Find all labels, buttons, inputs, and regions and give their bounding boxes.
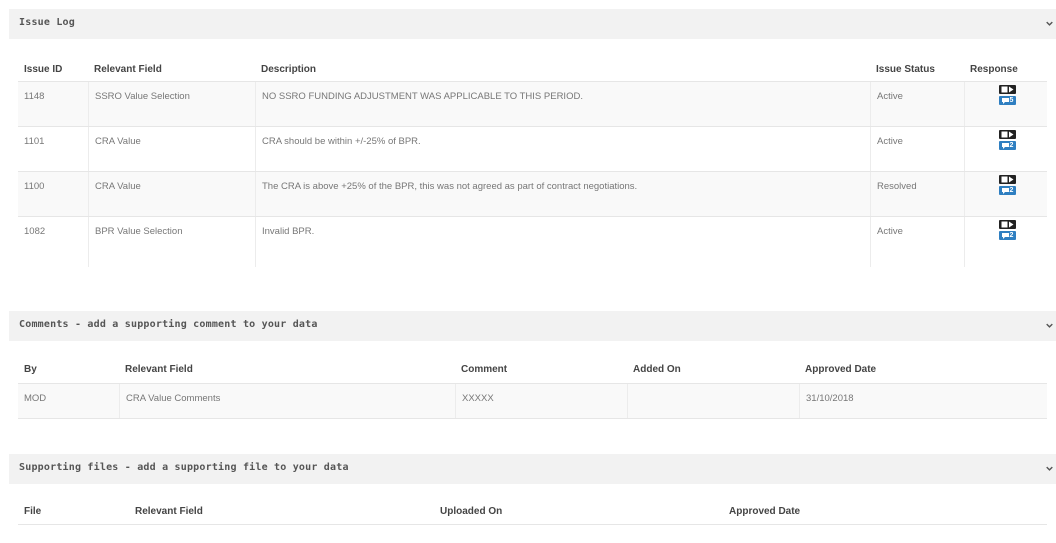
col-relevant-field: Relevant Field	[94, 63, 162, 75]
supporting-files-header[interactable]: Supporting files - add a supporting file…	[9, 454, 1056, 484]
col-comment: Comment	[461, 363, 508, 375]
issue-id: 1101	[24, 136, 45, 147]
comment-count: 2	[1009, 142, 1014, 149]
col-description: Description	[261, 63, 317, 75]
comments-title: Comments - add a supporting comment to y…	[19, 319, 318, 330]
comment-count: 2	[1009, 187, 1014, 194]
table-row: 1082 BPR Value Selection Invalid BPR. Ac…	[18, 217, 1047, 267]
relevant-field: CRA Value Comments	[119, 384, 455, 418]
comment-icon	[1001, 97, 1009, 104]
reply-icon	[1001, 131, 1014, 138]
col-issue-id: Issue ID	[24, 63, 63, 75]
issue-status: Active	[870, 217, 964, 267]
description: Invalid BPR.	[255, 217, 870, 267]
col-response: Response	[970, 63, 1018, 75]
relevant-field: CRA Value	[88, 127, 255, 171]
added-on	[627, 384, 799, 418]
comments-button[interactable]: 2	[999, 231, 1016, 240]
comment-text: XXXXX	[455, 384, 627, 418]
respond-button[interactable]	[999, 130, 1016, 139]
comments-button[interactable]: 2	[999, 141, 1016, 150]
comments-panel: Comments - add a supporting comment to y…	[9, 311, 1056, 441]
comment-count: 2	[1009, 232, 1014, 239]
issue-status: Active	[870, 127, 964, 171]
description: The CRA is above +25% of the BPR, this w…	[255, 172, 870, 216]
issue-status: Active	[870, 82, 964, 126]
comment-icon	[1001, 187, 1009, 194]
issue-id: 1100	[24, 181, 45, 192]
comment-icon	[1001, 142, 1009, 149]
col-relevant-field: Relevant Field	[125, 363, 193, 375]
description: NO SSRO FUNDING ADJUSTMENT WAS APPLICABL…	[255, 82, 870, 126]
issue-log-table: Issue ID Relevant Field Description Issu…	[18, 57, 1047, 287]
supporting-files-panel: Supporting files - add a supporting file…	[9, 454, 1056, 543]
approved-date: 31/10/2018	[799, 384, 1047, 418]
respond-button[interactable]	[999, 85, 1016, 94]
col-issue-status: Issue Status	[876, 63, 935, 75]
response-cell: 2	[964, 172, 1044, 216]
issue-status: Resolved	[870, 172, 964, 216]
col-relevant-field: Relevant Field	[135, 505, 203, 517]
respond-button[interactable]	[999, 175, 1016, 184]
table-row: MOD CRA Value Comments XXXXX 31/10/2018	[18, 384, 1047, 418]
col-by: By	[24, 363, 37, 375]
comments-header[interactable]: Comments - add a supporting comment to y…	[9, 311, 1056, 341]
chevron-down-icon[interactable]	[1046, 20, 1053, 27]
reply-icon	[1001, 221, 1014, 228]
response-cell: 2	[964, 217, 1044, 267]
col-uploaded-on: Uploaded On	[440, 505, 503, 517]
issue-log-panel: Issue Log Issue ID Relevant Field Descri…	[9, 9, 1056, 299]
table-row: 1101 CRA Value CRA should be within +/-2…	[18, 127, 1047, 171]
comments-table-header: By Relevant Field Comment Added On Appro…	[18, 355, 1047, 383]
response-cell: 2	[964, 127, 1044, 171]
files-table-header: File Relevant Field Uploaded On Approved…	[18, 498, 1047, 524]
table-row: 1148 SSRO Value Selection NO SSRO FUNDIN…	[18, 82, 1047, 126]
reply-icon	[1001, 86, 1014, 93]
supporting-files-title: Supporting files - add a supporting file…	[19, 462, 349, 473]
comment-by: MOD	[24, 393, 47, 404]
relevant-field: BPR Value Selection	[88, 217, 255, 267]
relevant-field: SSRO Value Selection	[88, 82, 255, 126]
comments-button[interactable]: 5	[999, 96, 1016, 105]
response-cell: 5	[964, 82, 1044, 126]
chevron-down-icon[interactable]	[1046, 465, 1053, 472]
comments-button[interactable]: 2	[999, 186, 1016, 195]
col-added-on: Added On	[633, 363, 681, 375]
col-approved-date: Approved Date	[729, 505, 801, 517]
issue-id: 1082	[24, 226, 46, 237]
issue-log-table-header: Issue ID Relevant Field Description Issu…	[18, 57, 1047, 81]
issue-log-header[interactable]: Issue Log	[9, 9, 1056, 39]
comment-count: 5	[1009, 97, 1014, 104]
chevron-down-icon[interactable]	[1046, 322, 1053, 329]
relevant-field: CRA Value	[88, 172, 255, 216]
reply-icon	[1001, 176, 1014, 183]
supporting-files-table: File Relevant Field Uploaded On Approved…	[18, 498, 1047, 528]
issue-log-title: Issue Log	[19, 17, 75, 28]
col-file: File	[24, 505, 42, 517]
comments-table: By Relevant Field Comment Added On Appro…	[18, 355, 1047, 425]
description: CRA should be within +/-25% of BPR.	[255, 127, 870, 171]
comment-icon	[1001, 232, 1009, 239]
col-approved-date: Approved Date	[805, 363, 877, 375]
issue-id: 1148	[24, 91, 45, 102]
respond-button[interactable]	[999, 220, 1016, 229]
table-row: 1100 CRA Value The CRA is above +25% of …	[18, 172, 1047, 216]
